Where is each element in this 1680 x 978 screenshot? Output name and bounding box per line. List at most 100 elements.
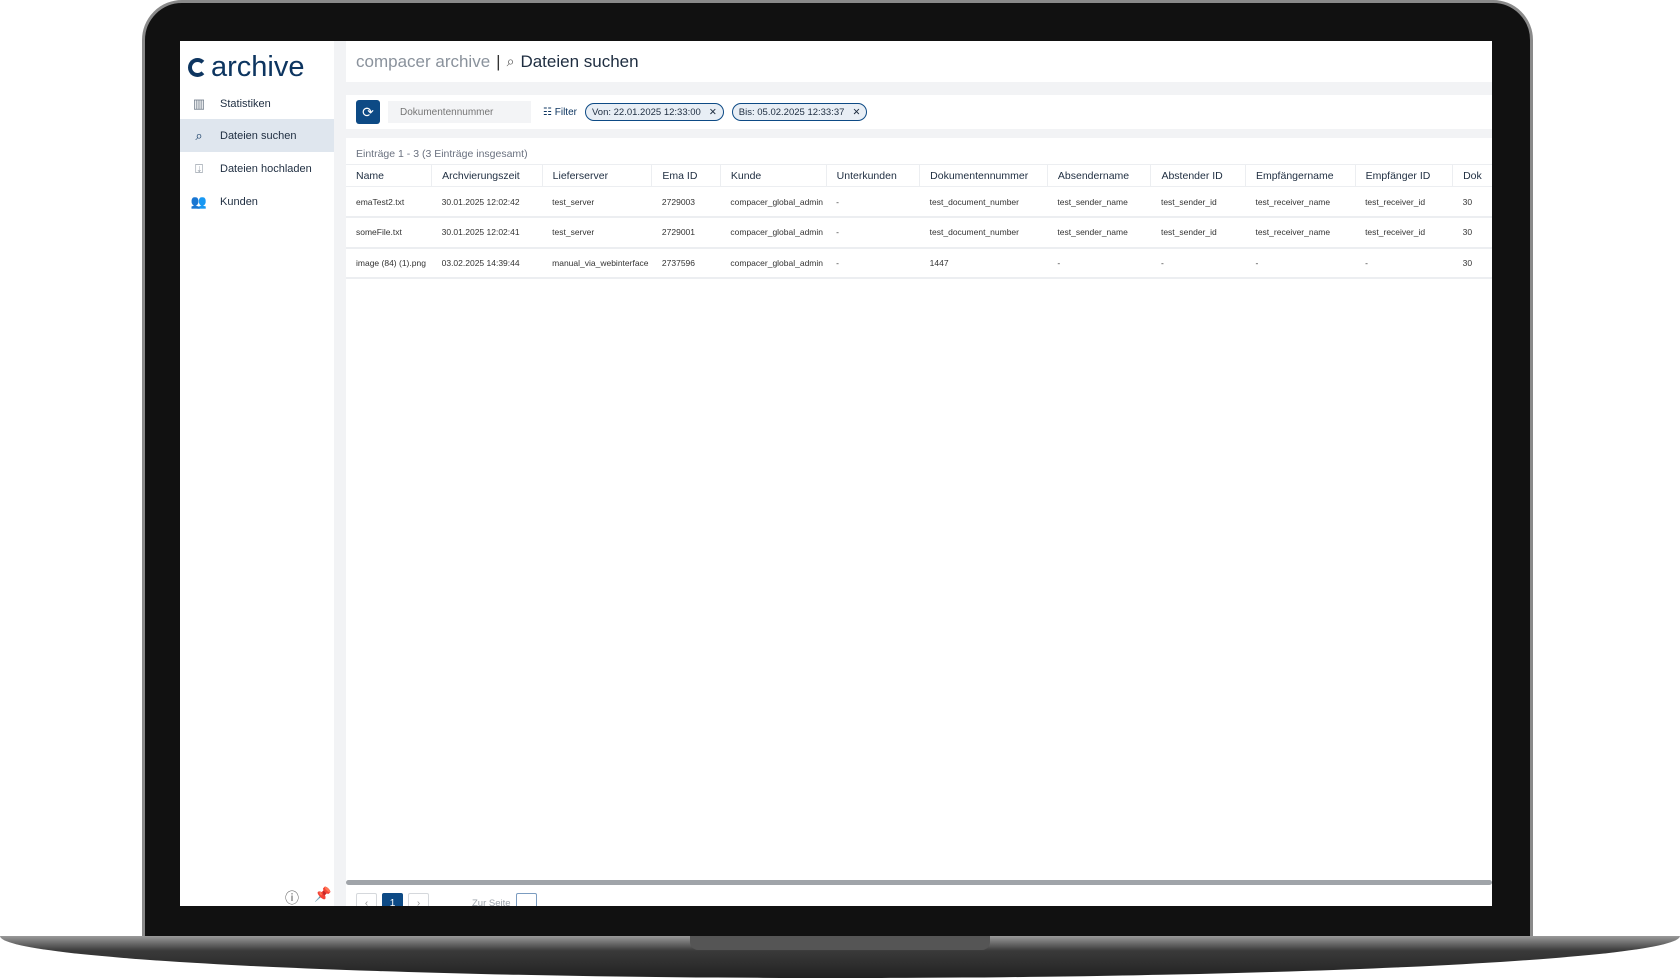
refresh-button[interactable]: ⟳ bbox=[356, 100, 380, 124]
column-header[interactable]: Dokumentennummer bbox=[919, 164, 1048, 187]
table-cell: 30.01.2025 12:02:41 bbox=[431, 217, 543, 249]
table-cell: test_receiver_name bbox=[1245, 217, 1356, 249]
people-icon: 👥 bbox=[190, 193, 208, 209]
table-row[interactable]: image (84) (1).png 03.02.2025 14:39:44 man… bbox=[346, 247, 1492, 279]
chip-label: Bis: 05.02.2025 12:33:37 bbox=[738, 106, 845, 118]
column-header[interactable]: Kunde bbox=[719, 164, 827, 187]
goto-page-label: Zur Seite bbox=[472, 898, 511, 906]
table-cell: test_sender_name bbox=[1047, 186, 1151, 218]
table-cell: test_receiver_id bbox=[1355, 217, 1453, 249]
sidebar-item-statistiken[interactable]: ▥ Statistiken bbox=[180, 87, 334, 120]
filter-icon: ☷ bbox=[543, 106, 552, 118]
table-cell: compacer_global_admin bbox=[720, 217, 827, 249]
table-cell: - bbox=[826, 247, 920, 279]
horizontal-scrollbar[interactable] bbox=[346, 880, 1492, 885]
column-header[interactable]: Archvierungszeit bbox=[431, 164, 543, 187]
column-header[interactable]: Lieferserver bbox=[541, 164, 652, 187]
pin-icon[interactable]: 📌 bbox=[314, 886, 331, 903]
column-header[interactable]: Absendername bbox=[1046, 164, 1151, 187]
laptop-notch bbox=[690, 936, 990, 950]
logo-text: archive bbox=[211, 51, 305, 83]
table-cell: 30 bbox=[1452, 217, 1492, 249]
filter-label: Filter bbox=[554, 106, 577, 118]
sidebar-item-dateien-hochladen[interactable]: ⍗ Dateien hochladen bbox=[180, 152, 334, 185]
filter-chip-to[interactable]: Bis: 05.02.2025 12:33:37 ✕ bbox=[731, 103, 868, 121]
table-cell: 30 bbox=[1452, 247, 1492, 279]
table-cell: 30 bbox=[1452, 186, 1492, 218]
table-cell: someFile.txt bbox=[346, 217, 432, 249]
table-cell: 2737596 bbox=[651, 247, 721, 279]
column-header[interactable]: Unterkunden bbox=[825, 164, 920, 187]
sidebar: archive ▥ Statistiken ⌕ Dateien suchen ⍗ Da… bbox=[180, 41, 334, 906]
sidebar-item-label: Dateien hochladen bbox=[220, 162, 312, 175]
table-cell: test_sender_id bbox=[1150, 217, 1246, 249]
breadcrumb-separator: | bbox=[496, 51, 501, 71]
logo-mark-icon bbox=[188, 58, 207, 77]
search-icon: ⌕ bbox=[195, 127, 203, 143]
table-cell: 2729003 bbox=[651, 186, 721, 218]
column-header[interactable]: Ema ID bbox=[651, 164, 721, 187]
table-cell: - bbox=[1047, 247, 1151, 279]
close-icon[interactable]: ✕ bbox=[852, 107, 860, 118]
table-cell: image (84) (1).png bbox=[346, 247, 432, 279]
sidebar-item-dateien-suchen[interactable]: ⌕ Dateien suchen bbox=[180, 119, 334, 152]
sidebar-item-kunden[interactable]: 👥 Kunden bbox=[180, 185, 334, 218]
table-cell: test_sender_name bbox=[1047, 217, 1151, 249]
table-cell: test_document_number bbox=[919, 217, 1048, 249]
table-cell: - bbox=[1245, 247, 1356, 279]
table-row[interactable]: emaTest2.txt 30.01.2025 12:02:42 test_serv… bbox=[346, 186, 1492, 218]
table-cell: manual_via_webinterface bbox=[542, 247, 652, 279]
sidebar-item-label: Statistiken bbox=[220, 97, 271, 110]
entries-count: Einträge 1 - 3 (3 Einträge insgesamt) bbox=[356, 148, 528, 160]
upload-icon: ⍗ bbox=[195, 160, 203, 176]
help-icon[interactable]: ⓘ bbox=[285, 888, 299, 906]
sidebar-item-label: Kunden bbox=[220, 195, 258, 208]
table-cell: emaTest2.txt bbox=[346, 186, 432, 218]
page-1-button[interactable]: 1 bbox=[382, 893, 403, 906]
table-row[interactable]: someFile.txt 30.01.2025 12:02:41 test_serv… bbox=[346, 217, 1492, 249]
refresh-icon: ⟳ bbox=[362, 103, 374, 120]
breadcrumb-app[interactable]: compacer archive bbox=[356, 52, 490, 72]
prev-page-button[interactable]: ‹ bbox=[356, 893, 377, 906]
results-card: Einträge 1 - 3 (3 Einträge insgesamt) Na… bbox=[346, 138, 1492, 906]
table-cell: test_document_number bbox=[919, 186, 1048, 218]
table-cell: - bbox=[1150, 247, 1246, 279]
table-cell: test_server bbox=[542, 217, 652, 249]
page-title: Dateien suchen bbox=[520, 51, 639, 71]
table-cell: 30.01.2025 12:02:42 bbox=[431, 186, 543, 218]
table-header-row: Name Archvierungszeit Lieferserver Ema ID Ku… bbox=[346, 164, 1492, 187]
table-cell: compacer_global_admin bbox=[720, 247, 827, 279]
filter-chip-from[interactable]: Von: 22.01.2025 12:33:00 ✕ bbox=[584, 103, 724, 121]
column-header[interactable]: Abstender ID bbox=[1150, 164, 1246, 187]
table-cell: 1447 bbox=[919, 247, 1048, 279]
table-cell: test_receiver_name bbox=[1245, 186, 1356, 218]
column-header[interactable]: Name bbox=[346, 164, 432, 187]
results-table: Name Archvierungszeit Lieferserver Ema ID Ku… bbox=[346, 164, 1492, 279]
search-icon: ⌕ bbox=[506, 53, 515, 69]
logo[interactable]: archive bbox=[188, 51, 305, 84]
table-cell: test_receiver_id bbox=[1355, 186, 1453, 218]
chip-label: Von: 22.01.2025 12:33:00 bbox=[591, 106, 701, 118]
close-icon[interactable]: ✕ bbox=[709, 107, 717, 118]
table-cell: 2729001 bbox=[651, 217, 721, 249]
table-cell: - bbox=[826, 217, 920, 249]
column-header[interactable]: Empfänger ID bbox=[1354, 164, 1453, 187]
bar-chart-icon: ▥ bbox=[192, 95, 206, 111]
table-cell: - bbox=[1355, 247, 1453, 279]
column-header[interactable]: Dok bbox=[1452, 164, 1492, 187]
table-cell: compacer_global_admin bbox=[720, 186, 827, 218]
table-cell: 03.02.2025 14:39:44 bbox=[431, 247, 543, 279]
toolbar: ⟳ ☷ Filter Von: 22.01.2025 12:33:00 ✕ Bis… bbox=[346, 95, 1492, 129]
goto-page-input[interactable] bbox=[515, 893, 537, 906]
pagination: ‹ 1 › Zur Seite bbox=[356, 893, 537, 906]
sidebar-item-label: Dateien suchen bbox=[220, 129, 297, 142]
screen: archive ▥ Statistiken ⌕ Dateien suchen ⍗ Da… bbox=[180, 41, 1492, 906]
next-page-button[interactable]: › bbox=[408, 893, 429, 906]
table-cell: - bbox=[826, 186, 920, 218]
filter-button[interactable]: ☷ Filter bbox=[543, 107, 577, 118]
column-header[interactable]: Empfängername bbox=[1244, 164, 1356, 187]
table-cell: test_sender_id bbox=[1150, 186, 1246, 218]
document-number-search-input[interactable] bbox=[388, 101, 531, 123]
page-header: compacer archive | ⌕ Dateien suchen bbox=[346, 41, 1492, 82]
table-cell: test_server bbox=[542, 186, 652, 218]
